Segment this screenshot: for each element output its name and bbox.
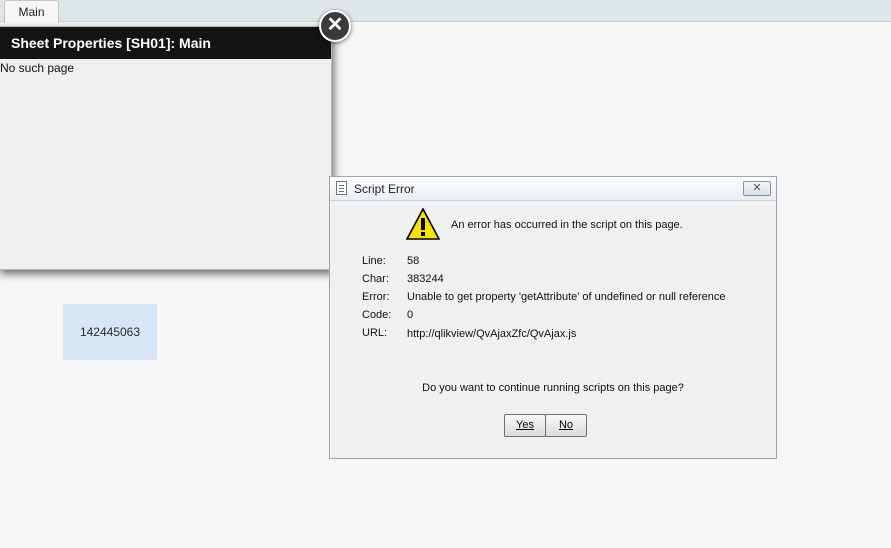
line-value: 58 — [407, 255, 420, 267]
sheet-properties-title: Sheet Properties [SH01]: Main — [0, 27, 331, 59]
error-value: Unable to get property 'getAttribute' of… — [407, 291, 726, 303]
sheet-tab-strip: Main — [0, 0, 891, 23]
script-error-dialog: Script Error ✕ An error has occurred in … — [329, 176, 777, 459]
yes-button[interactable]: Yes — [504, 414, 546, 437]
close-icon[interactable]: ✕ — [319, 10, 351, 42]
code-label: Code: — [362, 309, 392, 321]
char-label: Char: — [362, 273, 389, 285]
sheet-properties-message: No such page — [0, 61, 75, 75]
code-value: 0 — [407, 309, 414, 321]
number-display-box: 142445063 — [63, 304, 157, 360]
document-icon — [336, 181, 347, 195]
no-button[interactable]: No — [545, 414, 587, 437]
continue-question: Do you want to continue running scripts … — [422, 382, 684, 394]
char-value: 383244 — [407, 273, 444, 285]
dialog-titlebar: Script Error ✕ — [330, 177, 776, 201]
tab-main[interactable]: Main — [4, 0, 59, 23]
url-label: URL: — [362, 327, 388, 339]
error-headline: An error has occurred in the script on t… — [451, 219, 683, 231]
error-label: Error: — [362, 291, 390, 303]
dialog-close-button[interactable]: ✕ — [743, 181, 771, 196]
url-value: http://qlikview/QvAjaxZfc/QvAjax.js — [407, 328, 577, 340]
warning-icon — [406, 208, 440, 240]
sheet-properties-popup: Sheet Properties [SH01]: Main No such pa… — [0, 26, 332, 270]
dialog-title: Script Error — [354, 182, 415, 196]
line-label: Line: — [362, 255, 386, 267]
